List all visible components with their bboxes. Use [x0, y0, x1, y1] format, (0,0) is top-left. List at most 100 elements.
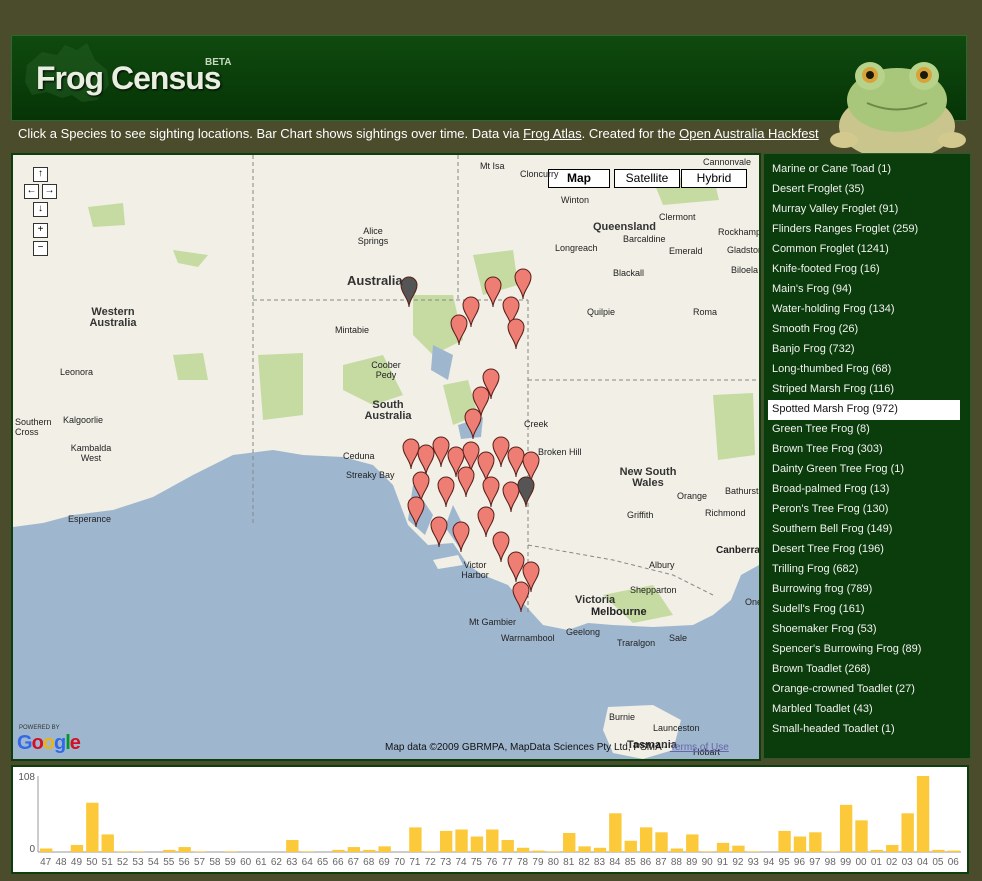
chart-bar — [839, 804, 853, 852]
species-item[interactable]: Striped Marsh Frog (116) — [768, 380, 960, 400]
chart-x-tick-label: 94 — [763, 857, 775, 868]
app-logo[interactable]: Frog Census — [36, 60, 222, 97]
species-item[interactable]: Water-holding Frog (134) — [768, 300, 960, 320]
species-item[interactable]: Flinders Ranges Froglet (259) — [768, 220, 960, 240]
region-western-australia: Western Australia — [89, 306, 137, 329]
place-label: Esperance — [68, 514, 112, 524]
chart-x-tick-label: 70 — [394, 857, 406, 868]
place-label: Roma — [693, 307, 718, 317]
place-label: Albury — [649, 560, 675, 570]
chart-bar — [778, 830, 791, 852]
pan-up-button[interactable]: ↑ — [33, 167, 48, 182]
chart-x-tick-label: 02 — [886, 857, 898, 868]
place-label: One... — [745, 597, 761, 607]
chart-bar — [793, 836, 807, 852]
species-item[interactable]: Murray Valley Froglet (91) — [768, 200, 960, 220]
chart-x-tick-label: 75 — [471, 857, 483, 868]
chart-x-tick-label: 88 — [671, 857, 683, 868]
chart-bar — [532, 850, 545, 852]
species-item[interactable]: Orange-crowned Toadlet (27) — [768, 680, 960, 700]
species-item[interactable]: Spotted Marsh Frog (972) — [768, 400, 960, 420]
chart-x-tick-label: 98 — [825, 857, 837, 868]
frog-atlas-link[interactable]: Frog Atlas — [523, 126, 582, 141]
species-item[interactable]: Trilling Frog (682) — [768, 560, 960, 580]
chart-bar — [947, 850, 960, 852]
chart-y-tick-label: 108 — [18, 772, 35, 783]
beta-badge: BETA — [205, 57, 232, 68]
chart-bar — [901, 813, 914, 852]
place-label: Bathurst — [725, 486, 759, 496]
chart-bar — [824, 851, 837, 852]
species-item[interactable]: Burrowing frog (789) — [768, 580, 960, 600]
header-banner: Frog Census BETA — [11, 35, 967, 158]
chart-bar — [747, 851, 761, 852]
chart-x-tick-label: 52 — [117, 857, 129, 868]
species-item[interactable]: Small-headed Toadlet (1) — [768, 720, 960, 740]
google-map[interactable]: Map Satellite Hybrid ↑ ← → ↓ + − Austral… — [11, 153, 761, 761]
place-label: Sale — [669, 633, 688, 643]
map-type-hybrid-button[interactable]: Hybrid — [681, 169, 747, 188]
tagline-mid: . Created for the — [581, 126, 680, 141]
zoom-out-button[interactable]: − — [33, 241, 48, 256]
species-item[interactable]: Banjo Frog (732) — [768, 340, 960, 360]
place-label: Emerald — [669, 246, 703, 256]
chart-x-tick-label: 95 — [779, 857, 791, 868]
place-label: Broken Hill — [538, 447, 582, 457]
species-item[interactable]: Shoemaker Frog (53) — [768, 620, 960, 640]
chart-x-tick-label: 66 — [332, 857, 344, 868]
pan-left-button[interactable]: ← — [24, 184, 39, 199]
chart-x-tick-label: 60 — [240, 857, 252, 868]
chart-bar — [516, 847, 530, 852]
species-item[interactable]: Desert Froglet (35) — [768, 180, 960, 200]
species-item[interactable]: Southern Bell Frog (149) — [768, 520, 960, 540]
species-item[interactable]: Common Froglet (1241) — [768, 240, 960, 260]
chart-bar — [609, 813, 622, 852]
place-label: Gladstone — [727, 245, 759, 255]
chart-bar — [116, 851, 130, 852]
chart-bar — [686, 834, 699, 852]
chart-bar — [224, 851, 237, 852]
species-item[interactable]: Long-thumbed Frog (68) — [768, 360, 960, 380]
species-item[interactable]: Peron's Tree Frog (130) — [768, 500, 960, 520]
chart-bar — [563, 833, 576, 852]
place-label: Streaky Bay — [346, 470, 395, 480]
map-type-satellite-button[interactable]: Satellite — [614, 169, 680, 188]
species-item[interactable]: Main's Frog (94) — [768, 280, 960, 300]
species-item[interactable]: Sudell's Frog (161) — [768, 600, 960, 620]
species-item[interactable]: Brown Toadlet (268) — [768, 660, 960, 680]
google-logo[interactable]: Google — [17, 732, 81, 755]
species-item[interactable]: Spencer's Burrowing Frog (89) — [768, 640, 960, 660]
chart-bar — [132, 851, 145, 852]
species-item[interactable]: Dainty Green Tree Frog (1) — [768, 460, 960, 480]
hackfest-link[interactable]: Open Australia Hackfest — [679, 126, 818, 141]
pan-down-button[interactable]: ↓ — [33, 202, 48, 217]
species-item[interactable]: Desert Tree Frog (196) — [768, 540, 960, 560]
chart-bar — [870, 849, 884, 852]
pan-right-button[interactable]: → — [42, 184, 57, 199]
chart-x-tick-label: 06 — [948, 857, 960, 868]
chart-x-tick-label: 64 — [302, 857, 314, 868]
chart-x-tick-label: 82 — [579, 857, 591, 868]
species-item[interactable]: Marine or Cane Toad (1) — [768, 160, 960, 180]
species-item[interactable]: Marbled Toadlet (43) — [768, 700, 960, 720]
chart-bar — [86, 802, 99, 852]
species-item[interactable]: Green Tree Frog (8) — [768, 420, 960, 440]
species-list-panel: Marine or Cane Toad (1) Desert Froglet (3… — [763, 153, 971, 759]
chart-bar — [855, 820, 868, 852]
species-item[interactable]: Smooth Frog (26) — [768, 320, 960, 340]
species-item[interactable]: Brown Tree Frog (303) — [768, 440, 960, 460]
species-item[interactable]: Knife-footed Frog (16) — [768, 260, 960, 280]
zoom-in-button[interactable]: + — [33, 223, 48, 238]
species-item[interactable]: Broad-palmed Frog (13) — [768, 480, 960, 500]
region-south-australia: South Australia — [364, 399, 412, 422]
place-label: Blackall — [613, 268, 645, 278]
chart-bar — [624, 840, 637, 852]
chart-bar — [101, 834, 114, 852]
terms-of-use-link[interactable]: Terms of Use — [670, 742, 729, 753]
sightings-bar-chart: 108 0 47 48 49 50 51 52 53 54 55 56 57 58 59 60 61 62 63 64… — [11, 765, 969, 874]
chart-x-tick-label: 76 — [486, 857, 498, 868]
place-label: Kalgoorlie — [63, 415, 104, 425]
chart-x-tick-label: 78 — [517, 857, 529, 868]
chart-x-tick-label: 54 — [148, 857, 160, 868]
chart-x-tick-label: 01 — [871, 857, 883, 868]
